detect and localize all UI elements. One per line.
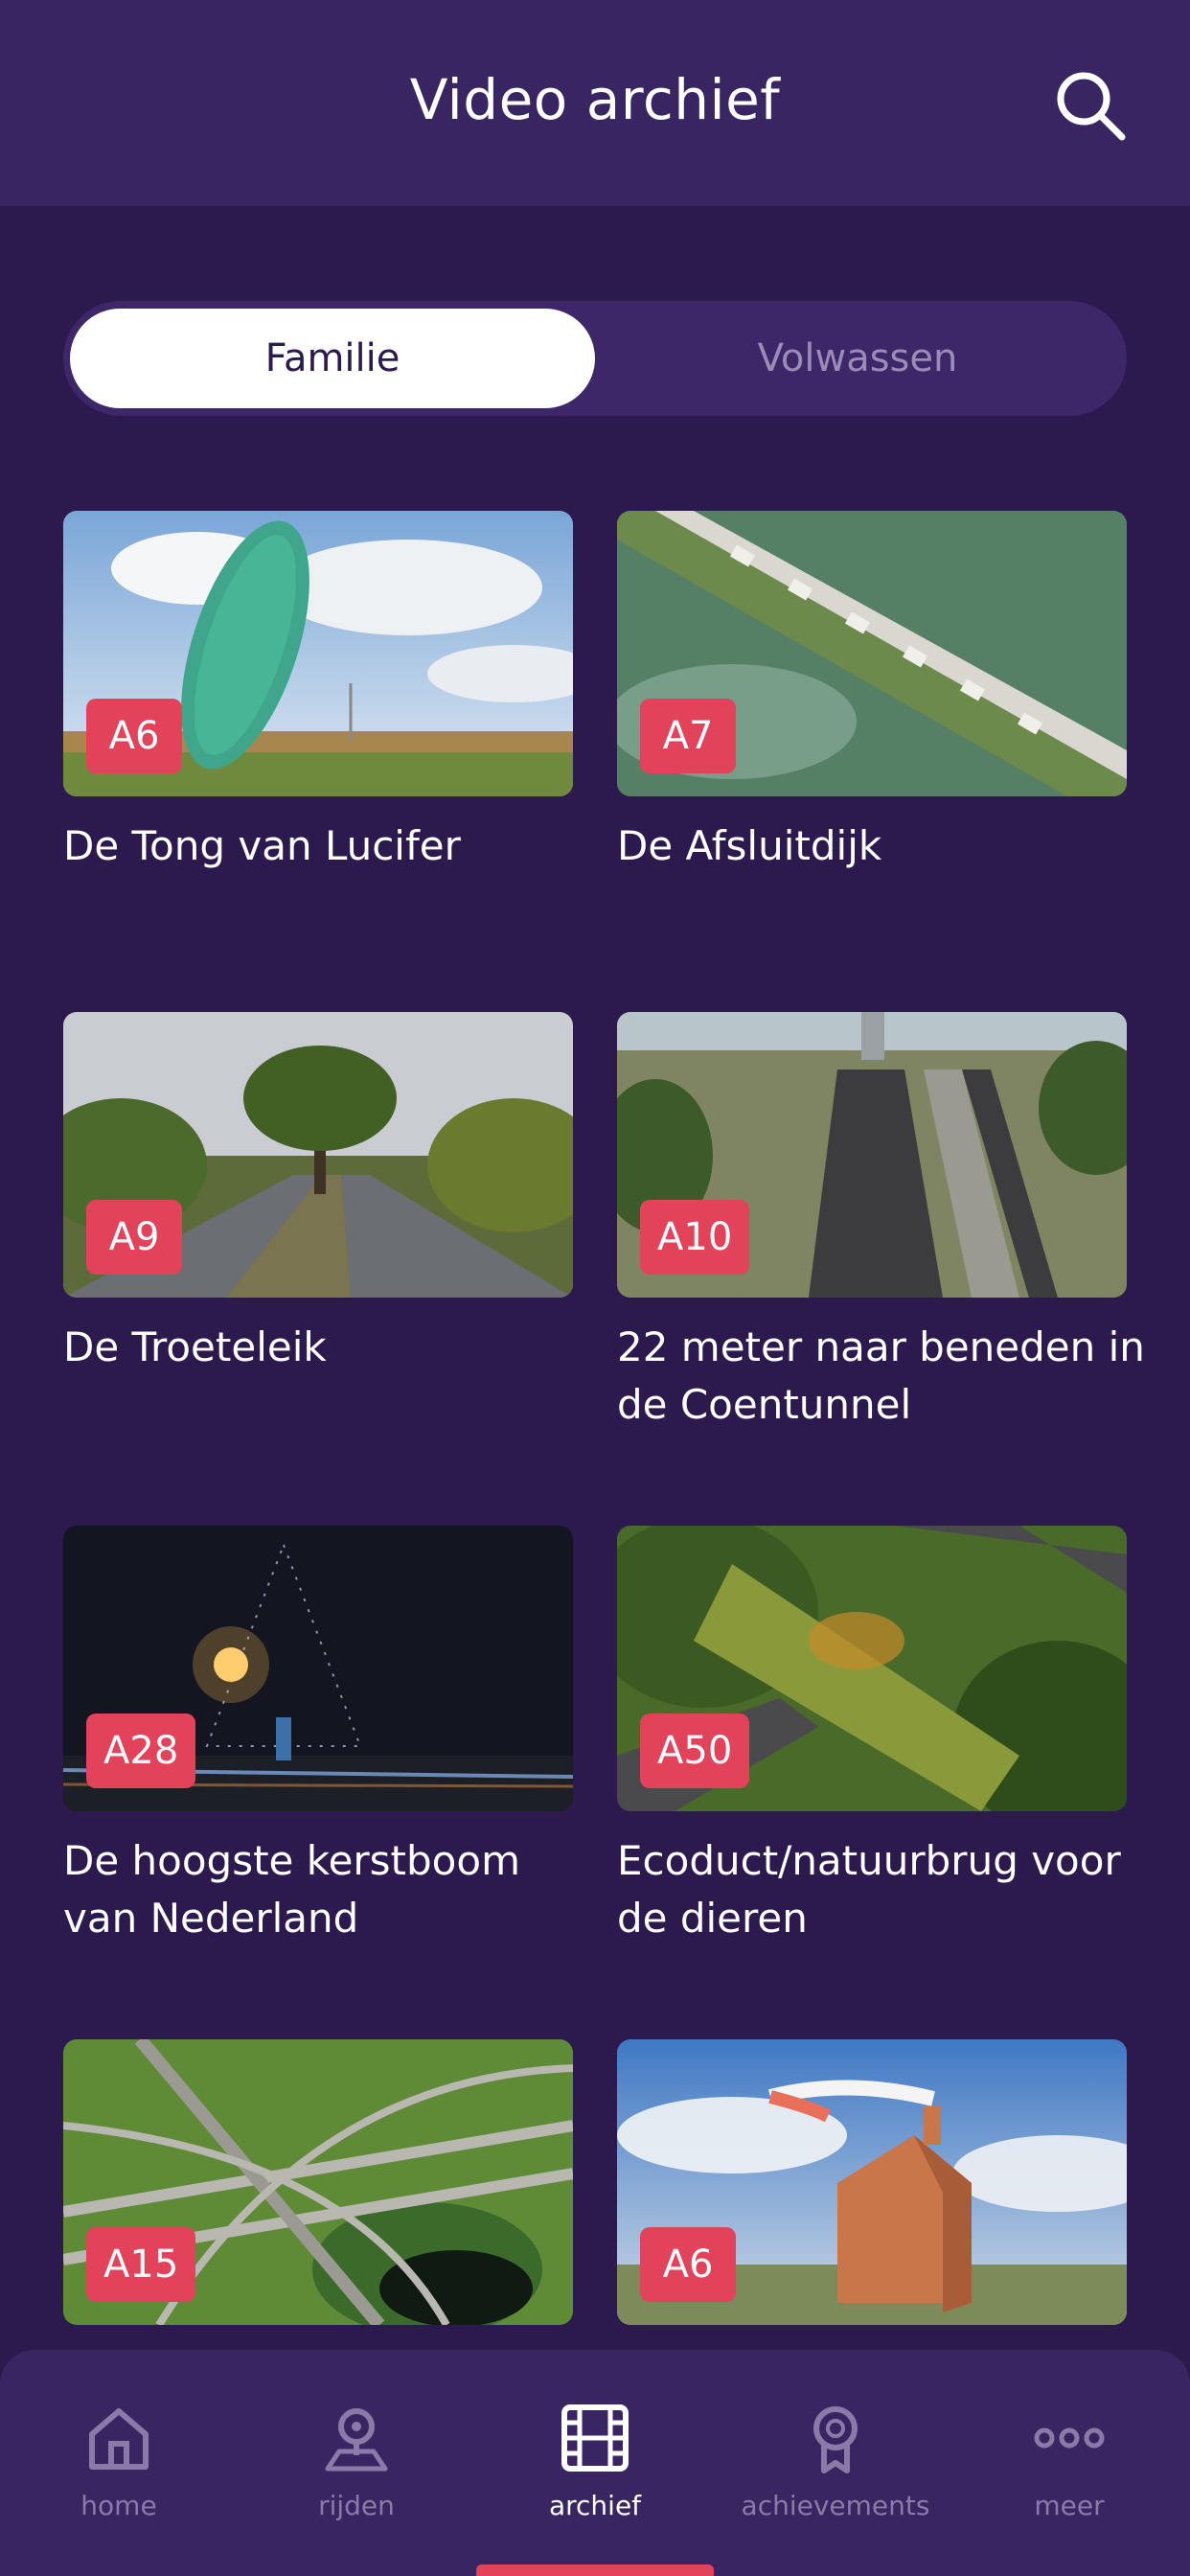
video-card[interactable]: A7 De Afsluitdijk <box>617 511 1127 875</box>
road-badge: A50 <box>640 1714 750 1788</box>
page-title: Video archief <box>409 67 781 132</box>
nav-label: rijden <box>318 2490 395 2521</box>
road-badge: A15 <box>86 2227 196 2302</box>
nav-label: meer <box>1034 2490 1105 2521</box>
video-card[interactable]: A6 De Tong van Lucifer <box>63 511 573 875</box>
tab-familie[interactable]: Familie <box>70 309 595 408</box>
header-bar: Video archief <box>0 0 1190 206</box>
road-badge: A28 <box>86 1714 196 1788</box>
video-thumbnail: A28 <box>63 1526 573 1811</box>
nav-meer[interactable]: meer <box>964 2400 1175 2521</box>
bottom-navigation: home rijden archief achievements meer <box>0 2350 1190 2576</box>
video-card[interactable]: A28 De hoogste kerstboom van Nederland <box>63 1526 573 1947</box>
nav-rijden[interactable]: rijden <box>251 2400 462 2521</box>
video-thumbnail: A7 <box>617 511 1127 796</box>
film-icon <box>561 2404 629 2472</box>
video-thumbnail: A6 <box>63 511 573 796</box>
nav-home[interactable]: home <box>13 2400 224 2521</box>
road-badge: A6 <box>640 2227 736 2302</box>
video-title: De Tong van Lucifer <box>63 822 461 869</box>
video-card[interactable]: A6 <box>617 2039 1127 2325</box>
nav-label: achievements <box>741 2490 930 2521</box>
road-badge: A9 <box>86 1200 182 1275</box>
video-title: Ecoduct/natuurbrug voor de dieren <box>617 1837 1121 1942</box>
active-tab-indicator <box>476 2564 714 2576</box>
road-badge: A7 <box>640 699 736 773</box>
video-card[interactable]: A50 Ecoduct/natuurbrug voor de dieren <box>617 1526 1127 1947</box>
nav-archief[interactable]: archief <box>490 2400 700 2521</box>
nav-achievements[interactable]: achievements <box>730 2400 941 2521</box>
home-icon <box>89 2408 149 2470</box>
video-thumbnail: A9 <box>63 1012 573 1298</box>
video-card[interactable]: A15 <box>63 2039 573 2325</box>
video-title: De hoogste kerstboom van Nederland <box>63 1837 520 1942</box>
video-card[interactable]: A9 De Troeteleik <box>63 1012 573 1376</box>
video-title: 22 meter naar beneden in de Coentunnel <box>617 1323 1145 1428</box>
video-thumbnail: A10 <box>617 1012 1127 1298</box>
search-button[interactable] <box>1052 67 1129 144</box>
video-title: De Troeteleik <box>63 1323 327 1370</box>
road-badge: A6 <box>86 699 182 773</box>
award-icon <box>813 2406 858 2473</box>
audience-toggle: Familie Volwassen <box>63 301 1127 416</box>
location-pin-icon <box>325 2408 388 2472</box>
video-thumbnail: A50 <box>617 1526 1127 1811</box>
video-thumbnail: A15 <box>63 2039 573 2325</box>
search-icon <box>1057 72 1126 141</box>
video-card[interactable]: A10 22 meter naar beneden in de Coentunn… <box>617 1012 1145 1434</box>
road-badge: A10 <box>640 1200 750 1275</box>
nav-label: home <box>80 2490 157 2521</box>
nav-label: archief <box>548 2490 642 2521</box>
video-title: De Afsluitdijk <box>617 822 882 869</box>
more-dots-icon <box>1034 2427 1105 2449</box>
video-thumbnail: A6 <box>617 2039 1127 2325</box>
tab-volwassen[interactable]: Volwassen <box>595 309 1120 408</box>
